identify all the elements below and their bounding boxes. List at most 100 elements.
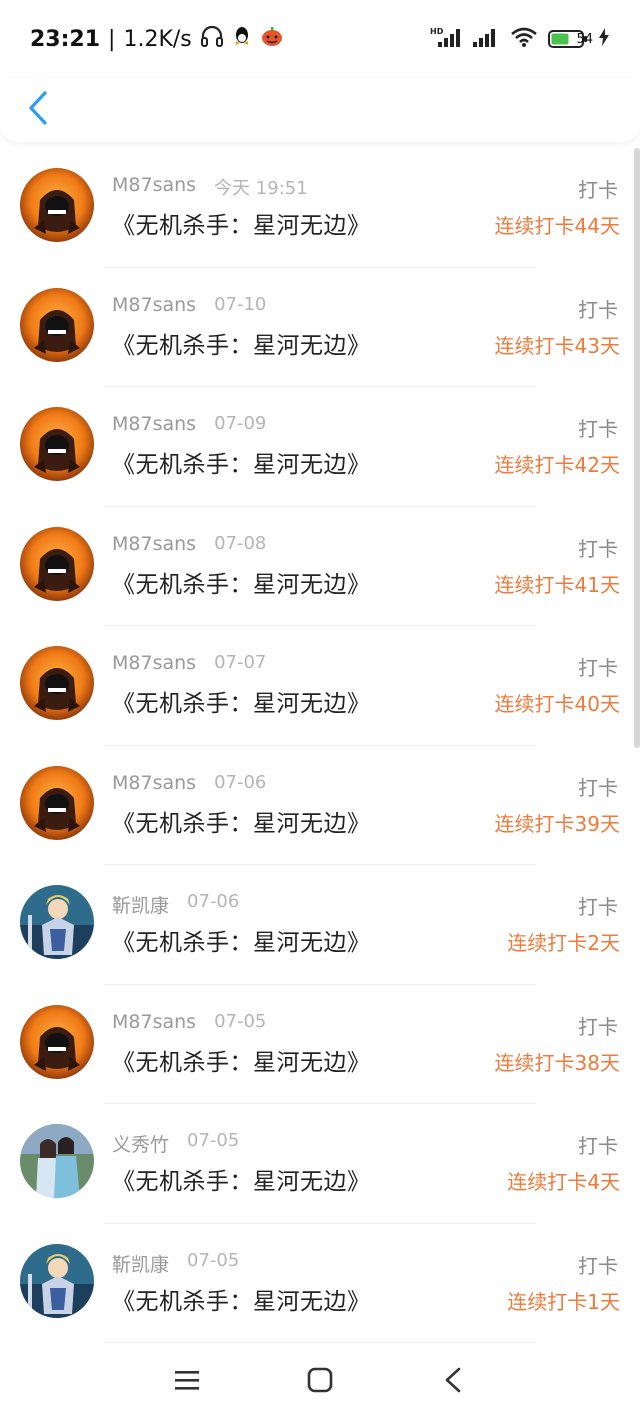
checkin-date: 07-10 (214, 293, 267, 315)
game-title: 《无机杀手：星河无边》 (112, 930, 371, 956)
battery-level: 54 (576, 31, 593, 47)
checkin-label: 打卡 (578, 1134, 618, 1158)
user-name[interactable]: M87sans (112, 174, 196, 200)
streak-label: 连续打卡1天 (507, 1289, 620, 1314)
checkin-label: 打卡 (578, 178, 618, 202)
hd-signal-icon: HD (430, 26, 462, 52)
checkin-row[interactable]: 靳凯康 07-05 《无机杀手：星河无边》 打卡 连续打卡1天 (0, 1224, 640, 1343)
checkin-label: 打卡 (578, 1014, 618, 1039)
avatar[interactable] (20, 885, 94, 959)
user-name[interactable]: 靳凯康 (112, 1250, 169, 1277)
avatar[interactable] (20, 1004, 94, 1079)
checkin-date: 07-05 (214, 1010, 267, 1032)
checkin-row[interactable]: M87sans 07-06 《无机杀手：星河无边》 打卡 连续打卡39天 (0, 746, 640, 865)
avatar[interactable] (20, 1124, 94, 1198)
streak-label: 连续打卡39天 (494, 811, 620, 836)
checkin-row[interactable]: M87sans 今天 19:51 《无机杀手：星河无边》 打卡 连续打卡44天 (0, 148, 640, 268)
menu-button[interactable] (162, 1357, 212, 1407)
row-meta: M87sans 07-08 (112, 533, 266, 555)
streak-label: 连续打卡2天 (507, 931, 620, 955)
game-title: 《无机杀手：星河无边》 (112, 332, 371, 359)
wifi-icon (510, 26, 538, 52)
scrollbar[interactable] (634, 148, 640, 748)
row-meta: M87sans 07-07 (112, 652, 266, 674)
status-right: HD 54 (430, 26, 610, 52)
checkin-row[interactable]: M87sans 07-08 《无机杀手：星河无边》 打卡 连续打卡41天 (0, 507, 640, 626)
checkin-date: 07-07 (214, 652, 267, 673)
back-button[interactable] (18, 88, 58, 132)
system-nav-bar (0, 1342, 640, 1422)
avatar[interactable] (20, 526, 94, 601)
charging-icon (598, 27, 610, 51)
checkin-row[interactable]: M87sans 07-09 《无机杀手：星河无边》 打卡 连续打卡42天 (0, 387, 640, 507)
avatar[interactable] (20, 168, 94, 242)
row-meta: 靳凯康 07-05 (112, 1250, 239, 1277)
checkin-row[interactable]: 靳凯康 07-06 《无机杀手：星河无边》 打卡 连续打卡2天 (0, 865, 640, 985)
checkin-row[interactable]: M87sans 07-10 《无机杀手：星河无边》 打卡 连续打卡43天 (0, 268, 640, 387)
avatar[interactable] (20, 646, 94, 720)
avatar[interactable] (20, 765, 94, 840)
pumpkin-icon (260, 25, 284, 53)
checkin-row[interactable]: M87sans 07-05 《无机杀手：星河无边》 打卡 连续打卡38天 (0, 985, 640, 1104)
user-name[interactable]: M87sans (112, 533, 196, 555)
user-name[interactable]: 靳凯康 (112, 891, 169, 918)
user-name[interactable]: M87sans (112, 652, 196, 674)
checkin-date: 07-09 (214, 413, 267, 434)
streak-label: 连续打卡4天 (507, 1170, 620, 1194)
row-meta: M87sans 07-10 (112, 294, 266, 316)
game-title: 《无机杀手：星河无边》 (112, 452, 371, 478)
checkin-label: 打卡 (578, 656, 618, 680)
user-name[interactable]: M87sans (112, 294, 196, 316)
triangle-back-icon (444, 1367, 462, 1397)
row-meta: M87sans 今天 19:51 (112, 174, 308, 200)
checkin-row[interactable]: 义秀竹 07-05 《无机杀手：星河无边》 打卡 连续打卡4天 (0, 1104, 640, 1224)
battery-icon: 54 (548, 28, 593, 50)
checkin-date: 07-05 (187, 1249, 240, 1271)
game-title: 《无机杀手：星河无边》 (112, 1049, 371, 1076)
avatar[interactable] (20, 287, 94, 362)
streak-label: 连续打卡41天 (494, 572, 620, 597)
qq-icon (232, 25, 252, 53)
checkin-label: 打卡 (578, 895, 618, 919)
checkin-date: 07-08 (214, 532, 267, 554)
streak-label: 连续打卡38天 (494, 1050, 620, 1075)
status-time: 23:21 (30, 26, 101, 52)
checkin-label: 打卡 (578, 536, 618, 561)
status-bar: 23:21 | 1.2K/s HD 54 (0, 0, 640, 78)
checkin-date: 07-06 (214, 771, 267, 793)
user-name[interactable]: M87sans (112, 1011, 196, 1033)
nav-back-button[interactable] (428, 1357, 478, 1407)
game-title: 《无机杀手：星河无边》 (112, 213, 371, 239)
checkin-label: 打卡 (578, 1253, 618, 1278)
user-name[interactable]: M87sans (112, 413, 196, 435)
header (0, 78, 640, 142)
row-meta: M87sans 07-06 (112, 772, 266, 794)
user-name[interactable]: 义秀竹 (112, 1130, 169, 1157)
checkin-row[interactable]: M87sans 07-07 《无机杀手：星河无边》 打卡 连续打卡40天 (0, 626, 640, 746)
checkin-date: 今天 19:51 (214, 178, 308, 199)
game-title: 《无机杀手：星河无边》 (112, 691, 371, 717)
signal-icon (472, 26, 500, 52)
status-separator: | (108, 26, 116, 52)
chevron-left-icon (27, 90, 49, 130)
avatar[interactable] (20, 1243, 94, 1318)
headphones-icon (200, 25, 224, 53)
network-speed: 1.2K/s (123, 26, 192, 52)
checkin-label: 打卡 (578, 417, 618, 441)
user-name[interactable]: M87sans (112, 772, 196, 794)
streak-label: 连续打卡43天 (494, 333, 620, 358)
status-left: 23:21 | 1.2K/s (30, 25, 284, 53)
avatar[interactable] (20, 407, 94, 481)
game-title: 《无机杀手：星河无边》 (112, 1169, 371, 1195)
row-meta: M87sans 07-09 (112, 413, 266, 435)
game-title: 《无机杀手：星河无边》 (112, 810, 371, 837)
svg-text:HD: HD (430, 27, 444, 36)
game-title: 《无机杀手：星河无边》 (112, 1288, 371, 1315)
checkin-label: 打卡 (578, 775, 618, 800)
checkin-date: 07-05 (187, 1130, 240, 1151)
checkin-list: M87sans 今天 19:51 《无机杀手：星河无边》 打卡 连续打卡44天 … (0, 148, 640, 1343)
streak-label: 连续打卡44天 (494, 214, 620, 238)
streak-label: 连续打卡42天 (494, 453, 620, 477)
streak-label: 连续打卡40天 (494, 692, 620, 716)
home-button[interactable] (295, 1357, 345, 1407)
